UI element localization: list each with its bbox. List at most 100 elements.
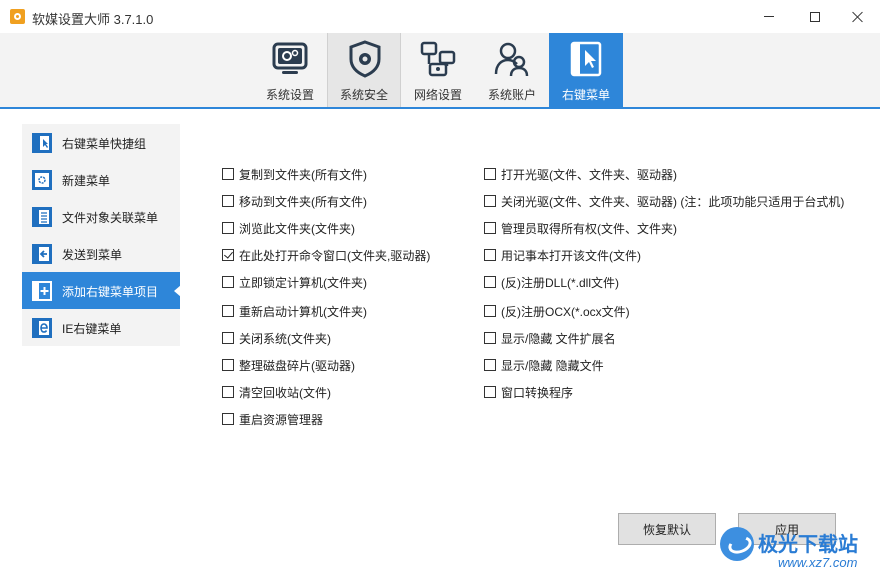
watermark-url: www.xz7.com	[778, 555, 858, 570]
checkbox[interactable]	[222, 305, 234, 317]
checkbox-checked[interactable]	[222, 249, 234, 261]
option-restart-computer[interactable]: 重新启动计算机(文件夹)	[222, 303, 367, 319]
option-label: 管理员取得所有权(文件、文件夹)	[501, 221, 677, 236]
option-copy-to-folder[interactable]: 复制到文件夹(所有文件)	[222, 166, 367, 182]
checkbox[interactable]	[484, 195, 496, 207]
monitor-gear-icon	[272, 42, 308, 74]
option-label: 立即锁定计算机(文件夹)	[239, 275, 367, 290]
checkbox[interactable]	[222, 222, 234, 234]
checkbox[interactable]	[484, 276, 496, 288]
sidebar-item-label: 添加右键菜单项目	[62, 285, 159, 299]
option-take-ownership[interactable]: 管理员取得所有权(文件、文件夹)	[484, 220, 677, 236]
sidebar: 右键菜单快捷组 新建菜单 文件对象关联菜单 发送到菜单 添加右键菜单项目 IE右…	[22, 124, 181, 346]
sidebar-item-label: 右键菜单快捷组	[62, 137, 147, 151]
option-label: 复制到文件夹(所有文件)	[239, 167, 367, 182]
checkbox[interactable]	[222, 359, 234, 371]
option-toggle-hidden-files[interactable]: 显示/隐藏 隐藏文件	[484, 357, 604, 373]
minimize-icon	[764, 16, 774, 17]
app-gear-icon	[10, 9, 25, 24]
ie-icon	[32, 318, 52, 338]
checkbox[interactable]	[484, 386, 496, 398]
option-window-switcher[interactable]: 窗口转换程序	[484, 384, 573, 400]
tab-network-settings[interactable]: 网络设置	[401, 33, 475, 107]
checkbox[interactable]	[222, 386, 234, 398]
option-label: 显示/隐藏 隐藏文件	[501, 358, 604, 373]
option-label: 在此处打开命令窗口(文件夹,驱动器)	[239, 248, 431, 263]
sidebar-item-send-to[interactable]: 发送到菜单	[22, 235, 180, 272]
option-open-with-notepad[interactable]: 用记事本打开该文件(文件)	[484, 247, 641, 263]
checkbox[interactable]	[484, 249, 496, 261]
restore-default-button[interactable]: 恢复默认	[618, 513, 716, 545]
checkbox[interactable]	[484, 168, 496, 180]
list-menu-icon	[32, 207, 52, 227]
option-move-to-folder[interactable]: 移动到文件夹(所有文件)	[222, 193, 367, 209]
checkbox[interactable]	[222, 195, 234, 207]
tab-label: 系统设置	[265, 88, 314, 102]
option-label: 浏览此文件夹(文件夹)	[239, 221, 355, 236]
option-label: 打开光驱(文件、文件夹、驱动器)	[501, 167, 677, 182]
tab-label: 网络设置	[413, 88, 462, 102]
cursor-window-icon	[570, 41, 602, 77]
option-label: (反)注册OCX(*.ocx文件)	[501, 304, 630, 319]
sidebar-item-new-menu[interactable]: 新建菜单	[22, 161, 180, 198]
sidebar-item-file-object-menu[interactable]: 文件对象关联菜单	[22, 198, 180, 235]
sidebar-item-quick-group[interactable]: 右键菜单快捷组	[22, 124, 180, 161]
sidebar-item-label: 文件对象关联菜单	[62, 211, 159, 225]
quick-group-icon	[32, 133, 52, 153]
title-bar: 软媒设置大师 3.7.1.0	[0, 0, 880, 33]
sidebar-item-label: IE右键菜单	[62, 322, 122, 336]
option-register-ocx[interactable]: (反)注册OCX(*.ocx文件)	[484, 303, 630, 319]
selection-arrow-icon	[174, 285, 181, 297]
option-lock-computer[interactable]: 立即锁定计算机(文件夹)	[222, 274, 367, 290]
sidebar-item-add-context-item[interactable]: 添加右键菜单项目	[22, 272, 181, 309]
watermark-logo-icon	[720, 527, 754, 561]
add-item-icon	[32, 281, 52, 301]
checkbox[interactable]	[484, 359, 496, 371]
checkbox[interactable]	[222, 276, 234, 288]
sidebar-item-label: 发送到菜单	[62, 248, 123, 262]
checkbox[interactable]	[484, 305, 496, 317]
maximize-button[interactable]	[792, 0, 838, 33]
option-defragment[interactable]: 整理磁盘碎片(驱动器)	[222, 357, 355, 373]
sidebar-item-label: 新建菜单	[62, 174, 111, 188]
option-label: 显示/隐藏 文件扩展名	[501, 331, 616, 346]
send-to-icon	[32, 244, 52, 264]
option-open-command-window[interactable]: 在此处打开命令窗口(文件夹,驱动器)	[222, 247, 430, 263]
option-label: 关闭系统(文件夹)	[239, 331, 331, 346]
checkbox[interactable]	[484, 222, 496, 234]
option-toggle-extensions[interactable]: 显示/隐藏 文件扩展名	[484, 330, 616, 346]
tab-system-accounts[interactable]: 系统账户	[475, 33, 549, 107]
option-empty-recycle-bin[interactable]: 清空回收站(文件)	[222, 384, 331, 400]
tab-label: 系统安全	[339, 88, 388, 102]
shield-gear-icon	[349, 40, 381, 78]
tab-label: 右键菜单	[561, 88, 610, 102]
option-label: 重启资源管理器	[239, 412, 324, 427]
option-label: 清空回收站(文件)	[239, 385, 331, 400]
option-register-dll[interactable]: (反)注册DLL(*.dll文件)	[484, 274, 619, 290]
checkbox[interactable]	[222, 413, 234, 425]
close-button[interactable]	[836, 0, 880, 33]
tab-context-menu[interactable]: 右键菜单	[549, 33, 623, 107]
option-open-cd-drive[interactable]: 打开光驱(文件、文件夹、驱动器)	[484, 166, 677, 182]
sidebar-item-ie-menu[interactable]: IE右键菜单	[22, 309, 180, 346]
option-close-cd-drive[interactable]: 关闭光驱(文件、文件夹、驱动器) (注：此项功能只适用于台式机)	[484, 193, 844, 209]
option-label: 用记事本打开该文件(文件)	[501, 248, 641, 263]
option-browse-folder[interactable]: 浏览此文件夹(文件夹)	[222, 220, 355, 236]
tab-system-settings[interactable]: 系统设置	[253, 33, 327, 107]
option-shutdown[interactable]: 关闭系统(文件夹)	[222, 330, 331, 346]
tab-label: 系统账户	[487, 88, 536, 102]
close-icon	[852, 11, 864, 23]
window-title: 软媒设置大师 3.7.1.0	[32, 12, 154, 27]
option-label: 整理磁盘碎片(驱动器)	[239, 358, 355, 373]
tab-system-security[interactable]: 系统安全	[327, 33, 401, 107]
option-restart-explorer[interactable]: 重启资源管理器	[222, 411, 323, 427]
minimize-button[interactable]	[746, 0, 792, 33]
checkbox[interactable]	[484, 332, 496, 344]
option-label: (反)注册DLL(*.dll文件)	[501, 275, 620, 290]
checkbox[interactable]	[222, 332, 234, 344]
option-label: 关闭光驱(文件、文件夹、驱动器) (注：此项功能只适用于台式机)	[501, 194, 845, 209]
new-menu-icon	[32, 170, 52, 190]
checkbox[interactable]	[222, 168, 234, 180]
option-label: 移动到文件夹(所有文件)	[239, 194, 367, 209]
maximize-icon	[810, 11, 820, 22]
